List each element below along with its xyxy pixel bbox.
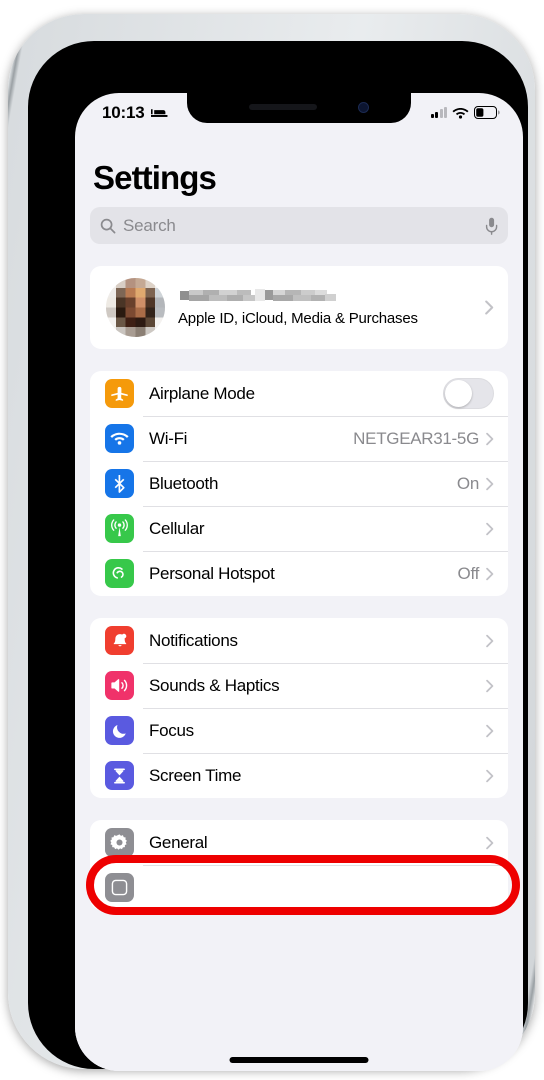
bluetooth-icon [105, 469, 134, 498]
hotspot-link-icon [105, 559, 134, 588]
status-bar-left: 10:13 [102, 103, 168, 123]
search-placeholder: Search [123, 215, 176, 235]
apple-id-card[interactable]: Apple ID, iCloud, Media & Purchases [90, 266, 508, 349]
chevron-right-icon [486, 477, 494, 491]
settings-row-label: Focus [149, 720, 194, 740]
status-bar-right [430, 106, 502, 119]
cellular-bars-icon [430, 107, 447, 118]
chevron-right-icon [486, 634, 494, 648]
settings-row-label: Notifications [149, 630, 238, 650]
settings-group-notifications: Notifications Sounds & Haptics Focus Scr… [90, 618, 508, 798]
settings-row-personal-hotspot[interactable]: Personal Hotspot Off [90, 551, 508, 596]
settings-row-sounds-haptics[interactable]: Sounds & Haptics [90, 663, 508, 708]
bed-icon [151, 109, 168, 117]
control-center-icon [105, 873, 134, 902]
chevron-right-icon [486, 567, 494, 581]
chevron-right-icon [486, 724, 494, 738]
settings-row-label: Airplane Mode [149, 383, 255, 403]
battery-icon [474, 106, 500, 119]
status-time: 10:13 [102, 103, 145, 122]
settings-row-label: Personal Hotspot [149, 563, 275, 583]
phone-frame: 10:13 Settings Search Apple ID, iCloud, … [8, 14, 535, 1071]
phone-screen: 10:13 Settings Search Apple ID, iCloud, … [75, 93, 523, 1071]
chevron-right-icon [486, 432, 494, 446]
phone-bezel: 10:13 Settings Search Apple ID, iCloud, … [28, 41, 528, 1071]
settings-row-wifi[interactable]: Wi-Fi NETGEAR31-5G [90, 416, 508, 461]
chevron-right-icon [486, 769, 494, 783]
earpiece-speaker-icon [249, 104, 317, 110]
settings-row-focus[interactable]: Focus [90, 708, 508, 753]
settings-row-bluetooth[interactable]: Bluetooth On [90, 461, 508, 506]
settings-row-value: On [456, 473, 479, 493]
search-input[interactable]: Search [90, 207, 508, 244]
notch [187, 93, 411, 123]
settings-row-value: Off [457, 563, 480, 583]
settings-row-label: Screen Time [149, 765, 242, 785]
wifi-icon [105, 424, 134, 453]
microphone-icon[interactable] [485, 217, 498, 235]
airplane-icon [105, 379, 134, 408]
wifi-icon [452, 107, 469, 119]
settings-row-general[interactable]: General [90, 820, 508, 865]
apple-id-name-redacted [178, 288, 338, 305]
airplane-mode-toggle[interactable] [443, 378, 494, 409]
bell-icon [105, 626, 134, 655]
settings-row-partial-cut-off[interactable] [90, 865, 508, 910]
home-indicator-bar [229, 1057, 369, 1063]
settings-row-cellular[interactable]: Cellular [90, 506, 508, 551]
settings-row-label: Cellular [149, 518, 205, 538]
settings-row-airplane-mode[interactable]: Airplane Mode [90, 371, 508, 416]
hourglass-icon [105, 761, 134, 790]
settings-row-screen-time[interactable]: Screen Time [90, 753, 508, 798]
apple-id-subtitle: Apple ID, iCloud, Media & Purchases [178, 310, 418, 327]
settings-row-label: General [149, 832, 208, 852]
settings-row-notifications[interactable]: Notifications [90, 618, 508, 663]
chevron-right-icon [486, 836, 494, 850]
speaker-icon [105, 671, 134, 700]
gear-icon [105, 828, 134, 857]
cellular-antenna-icon [105, 514, 134, 543]
settings-row-label: Wi-Fi [149, 428, 188, 448]
page-title: Settings [93, 159, 217, 196]
search-icon [100, 218, 116, 233]
settings-content: Settings Search Apple ID, iCloud, Media … [75, 137, 523, 1071]
settings-row-value: NETGEAR31-5G [353, 428, 479, 448]
settings-group-system: General [90, 820, 508, 910]
chevron-right-icon [486, 679, 494, 693]
front-camera-icon [358, 102, 369, 113]
settings-row-label: Bluetooth [149, 473, 219, 493]
settings-group-connectivity: Airplane Mode Wi-Fi NETGEAR31-5G Bluetoo… [90, 371, 508, 596]
chevron-right-icon [486, 522, 494, 536]
chevron-right-icon [485, 300, 494, 315]
moon-icon [105, 716, 134, 745]
apple-id-text: Apple ID, iCloud, Media & Purchases [178, 288, 485, 327]
settings-row-label: Sounds & Haptics [149, 675, 280, 695]
apple-id-row[interactable]: Apple ID, iCloud, Media & Purchases [90, 266, 508, 349]
avatar [106, 278, 165, 337]
